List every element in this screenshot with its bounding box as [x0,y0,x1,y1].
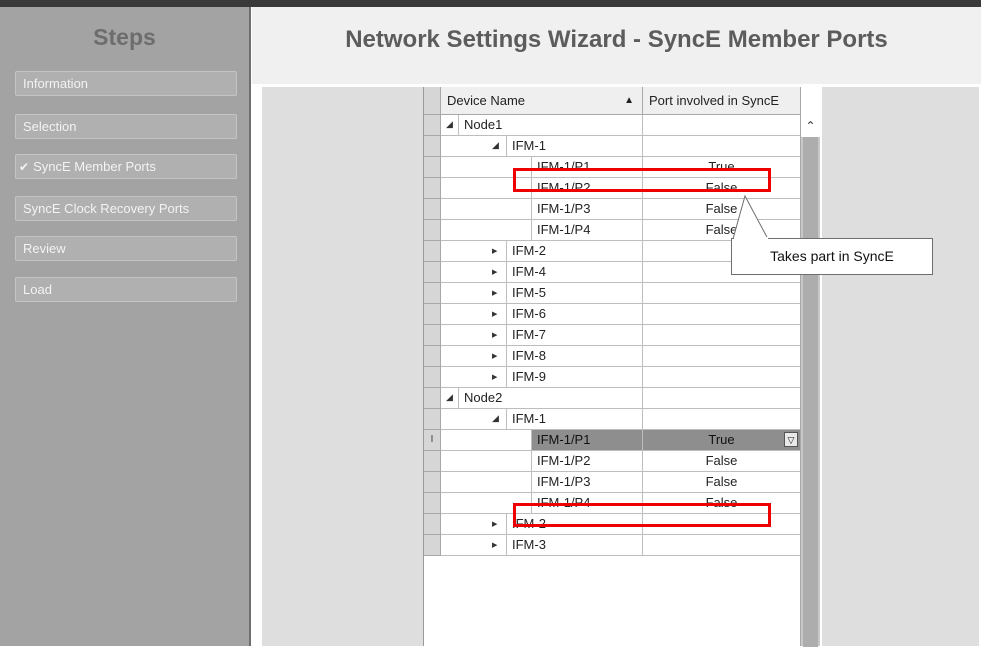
callout-text: Takes part in SyncE [770,248,894,264]
callout-pointer-join [734,237,768,240]
callout-pointer [732,194,769,240]
callout-box: Takes part in SyncE [731,238,933,275]
